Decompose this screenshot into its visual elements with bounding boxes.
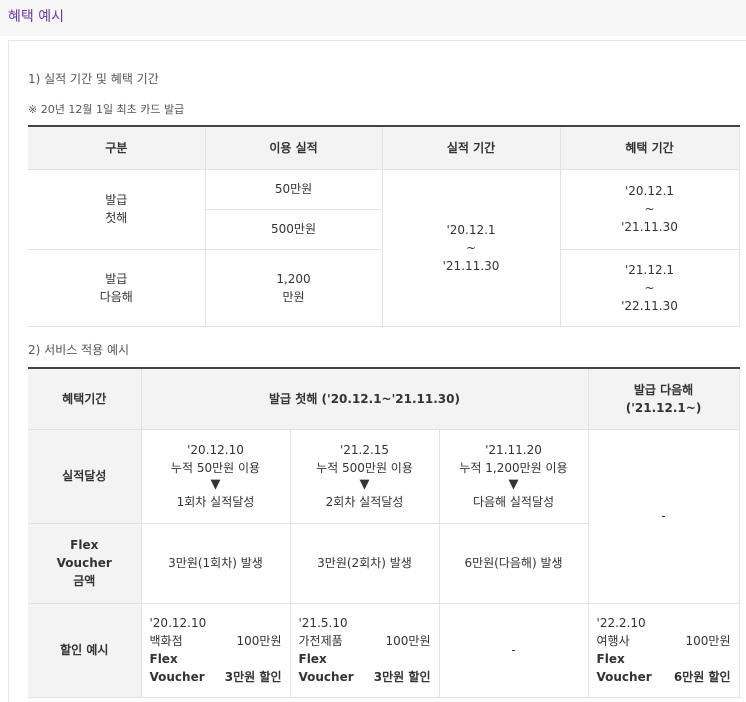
section1-title: 1) 실적 기간 및 혜택 기간 bbox=[28, 72, 159, 86]
achievement-cell: '21.2.15 누적 500만원 이용 ▼ 2회차 실적달성 bbox=[289, 428, 440, 524]
down-arrow-icon: ▼ bbox=[359, 477, 370, 492]
usage-500: 500만원 bbox=[205, 208, 383, 250]
first-year-label: 발급 첫해 bbox=[28, 168, 206, 250]
discount-cell: '20.12.10 백화점 100만원 Flex Voucher 3만원 할인 bbox=[140, 602, 291, 698]
header-performance-period: 실적 기간 bbox=[381, 125, 561, 170]
row-label-achievement: 실적달성 bbox=[28, 428, 142, 524]
issue-note: ※ 20년 12월 1일 최초 카드 발급 bbox=[28, 103, 185, 116]
achievement-cell: '20.12.10 누적 50만원 이용 ▼ 1회차 실적달성 bbox=[140, 428, 291, 524]
down-arrow-icon: ▼ bbox=[508, 477, 519, 492]
usage-50: 50만원 bbox=[204, 168, 383, 210]
voucher-cell: 6만원(다음해) 발생 bbox=[438, 522, 589, 604]
row-label-discount: 할인 예시 bbox=[28, 602, 142, 698]
period-table: 구분 이용 실적 실적 기간 혜택 기간 발급 첫해 50만원 '20.12.1… bbox=[28, 125, 740, 327]
header-next-year: 발급 다음해 ('21.12.1~) bbox=[587, 367, 740, 430]
voucher-cell: 3만원(2회차) 발생 bbox=[289, 522, 440, 604]
row-label-voucher: Flex Voucher 금액 bbox=[28, 522, 142, 604]
header-benefit-period-label: 혜택기간 bbox=[28, 367, 142, 430]
page-title: 혜택 예시 bbox=[8, 9, 64, 25]
benefit-period-first: '20.12.1 ~ '21.11.30 bbox=[559, 168, 740, 250]
service-example-table: 혜택기간 발급 첫해 ('20.12.1~'21.11.30) 발급 다음해 (… bbox=[28, 367, 740, 698]
voucher-cell: 3만원(1회차) 발생 bbox=[140, 522, 291, 604]
next-year-label: 발급 다음해 bbox=[28, 248, 206, 327]
header-usage: 이용 실적 bbox=[204, 125, 383, 170]
header-category: 구분 bbox=[28, 125, 206, 170]
down-arrow-icon: ▼ bbox=[210, 477, 221, 492]
performance-period-cell: '20.12.1 ~ '21.11.30 bbox=[381, 168, 561, 327]
achievement-cell: '21.11.20 누적 1,200만원 이용 ▼ 다음해 실적달성 bbox=[438, 428, 589, 524]
section2-title: 2) 서비스 적용 예시 bbox=[28, 343, 130, 357]
discount-dash: - bbox=[438, 602, 589, 698]
benefit-period-next: '21.12.1 ~ '22.11.30 bbox=[559, 248, 740, 327]
header-benefit-period: 혜택 기간 bbox=[559, 125, 740, 170]
discount-next-cell: '22.2.10 여행사 100만원 Flex Voucher 6만원 할인 bbox=[587, 602, 740, 698]
discount-cell: '21.5.10 가전제품 100만원 Flex Voucher 3만원 할인 bbox=[289, 602, 440, 698]
page-header bbox=[0, 0, 746, 36]
next-year-dash: - bbox=[587, 428, 740, 604]
header-first-year: 발급 첫해 ('20.12.1~'21.11.30) bbox=[140, 367, 589, 430]
usage-1200: 1,200 만원 bbox=[204, 248, 383, 327]
